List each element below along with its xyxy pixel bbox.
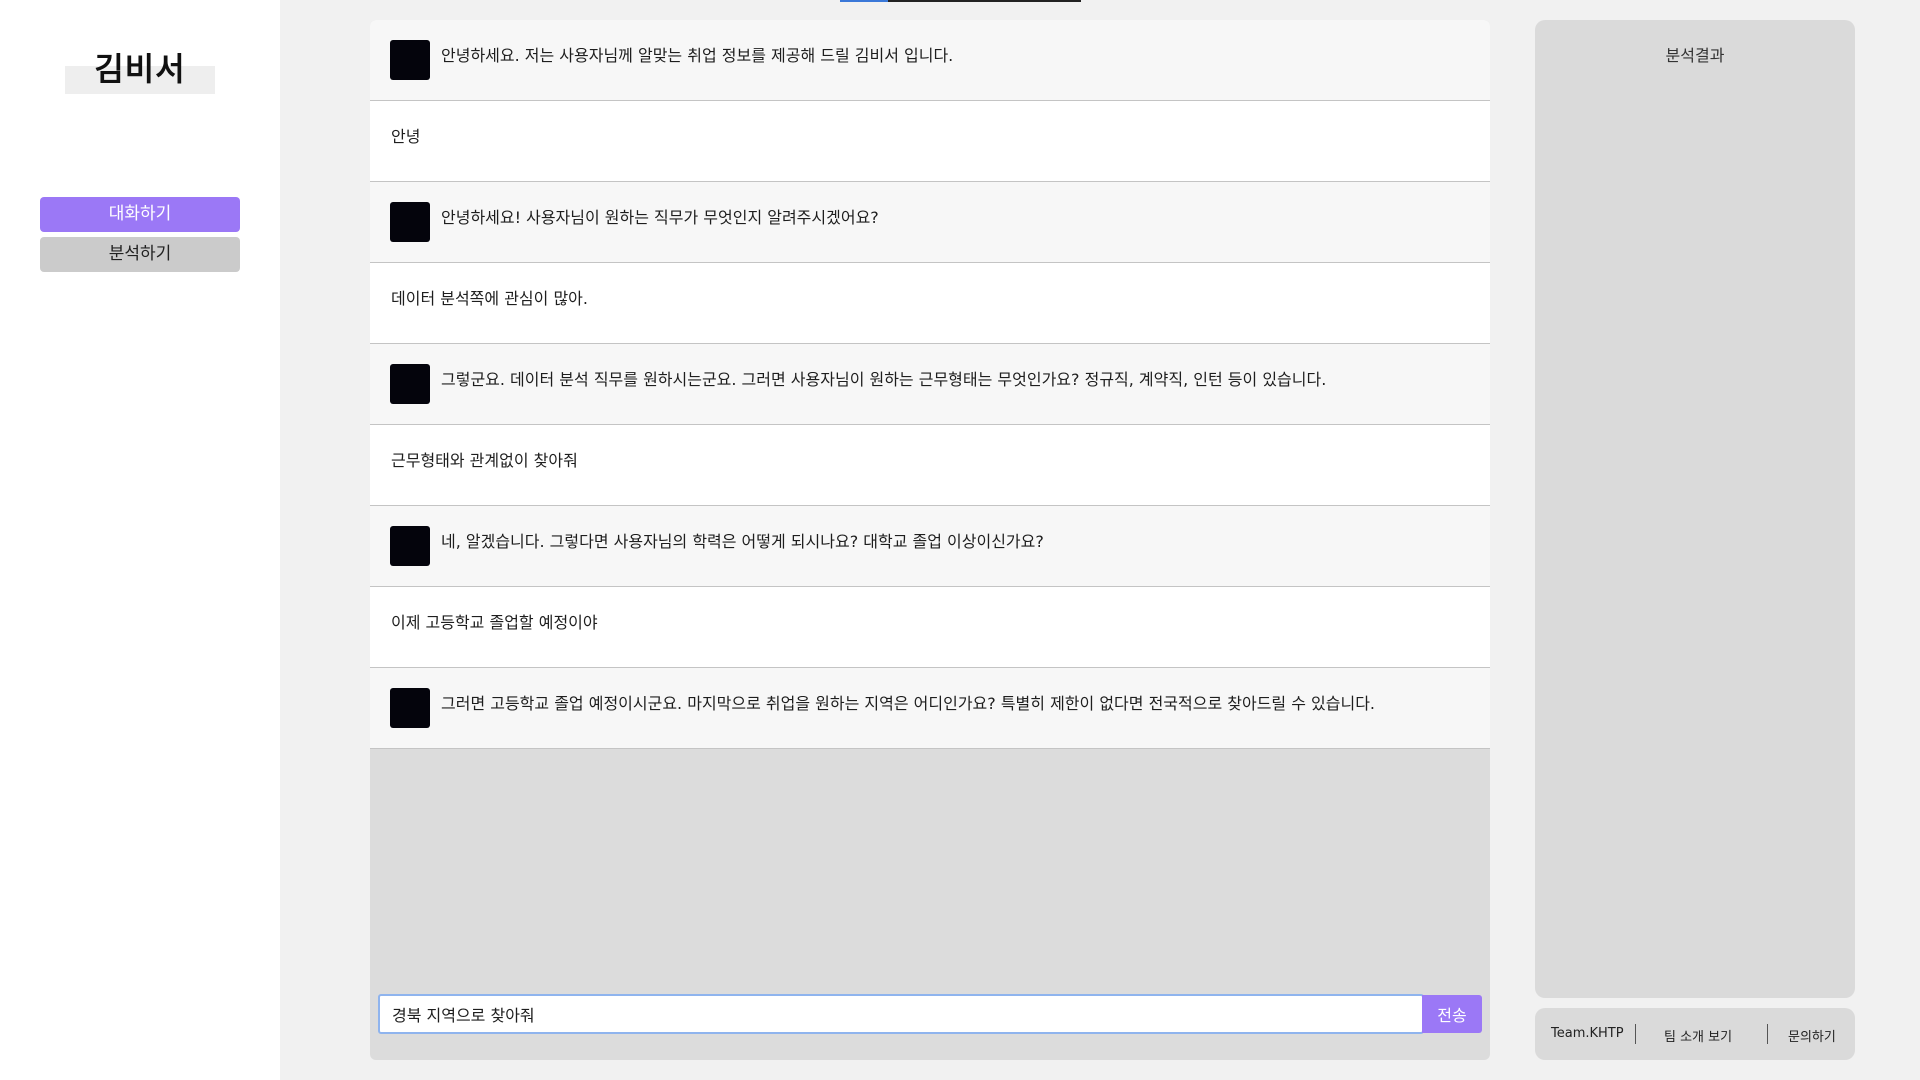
- message-text: 이제 고등학교 졸업할 예정이야: [391, 613, 598, 632]
- message-text: 안녕하세요! 사용자님이 원하는 직무가 무엇인지 알려주시겠어요?: [441, 208, 879, 227]
- team-intro-link[interactable]: 팀 소개 보기: [1664, 1026, 1732, 1045]
- footer-divider: [1635, 1024, 1636, 1044]
- user-message: 데이터 분석쪽에 관심이 많아.: [370, 263, 1490, 344]
- nav-analyze-button[interactable]: 분석하기: [40, 237, 240, 272]
- bot-message: 안녕하세요. 저는 사용자님께 알맞는 취업 정보를 제공해 드릴 김비서 입니…: [370, 20, 1490, 101]
- sidebar: 김비서 대화하기 분석하기: [0, 0, 280, 1080]
- bot-message: 그러면 고등학교 졸업 예정이시군요. 마지막으로 취업을 원하는 지역은 어디…: [370, 668, 1490, 749]
- footer-team-name: Team.KHTP: [1551, 1026, 1624, 1041]
- message-text: 그러면 고등학교 졸업 예정이시군요. 마지막으로 취업을 원하는 지역은 어디…: [441, 694, 1375, 713]
- footer-divider: [1767, 1024, 1768, 1044]
- logo: 김비서: [65, 44, 215, 94]
- top-indicator-accent: [840, 0, 888, 2]
- logo-text: 김비서: [94, 50, 186, 88]
- bot-message: 안녕하세요! 사용자님이 원하는 직무가 무엇인지 알려주시겠어요?: [370, 182, 1490, 263]
- nav-chat-button[interactable]: 대화하기: [40, 197, 240, 232]
- bot-avatar: [390, 688, 430, 728]
- chat-panel: 안녕하세요. 저는 사용자님께 알맞는 취업 정보를 제공해 드릴 김비서 입니…: [370, 20, 1490, 1060]
- bot-message: 그렇군요. 데이터 분석 직무를 원하시는군요. 그러면 사용자님이 원하는 근…: [370, 344, 1490, 425]
- user-message: 이제 고등학교 졸업할 예정이야: [370, 587, 1490, 668]
- message-text: 그렇군요. 데이터 분석 직무를 원하시는군요. 그러면 사용자님이 원하는 근…: [441, 370, 1327, 389]
- bot-avatar: [390, 526, 430, 566]
- app-root: 김비서 대화하기 분석하기 안녕하세요. 저는 사용자님께 알맞는 취업 정보를…: [0, 0, 1920, 1080]
- message-text: 네, 알겠습니다. 그렇다면 사용자님의 학력은 어떻게 되시나요? 대학교 졸…: [441, 532, 1044, 551]
- message-text: 안녕: [391, 127, 421, 146]
- user-message: 안녕: [370, 101, 1490, 182]
- bot-message: 네, 알겠습니다. 그렇다면 사용자님의 학력은 어떻게 되시나요? 대학교 졸…: [370, 506, 1490, 587]
- user-message: 근무형태와 관계없이 찾아줘: [370, 425, 1490, 506]
- bot-avatar: [390, 364, 430, 404]
- message-text: 근무형태와 관계없이 찾아줘: [391, 451, 578, 470]
- message-text: 안녕하세요. 저는 사용자님께 알맞는 취업 정보를 제공해 드릴 김비서 입니…: [441, 46, 954, 65]
- message-text: 데이터 분석쪽에 관심이 많아.: [391, 289, 588, 308]
- bot-avatar: [390, 202, 430, 242]
- result-panel: 분석결과: [1535, 20, 1855, 998]
- send-button[interactable]: 전송: [1422, 995, 1482, 1033]
- bot-avatar: [390, 40, 430, 80]
- chat-input[interactable]: [378, 994, 1424, 1034]
- result-title: 분석결과: [1665, 46, 1725, 65]
- chat-input-row: 전송: [378, 994, 1482, 1034]
- contact-link[interactable]: 문의하기: [1788, 1026, 1836, 1045]
- footer: Team.KHTP 팀 소개 보기 문의하기: [1535, 1008, 1855, 1060]
